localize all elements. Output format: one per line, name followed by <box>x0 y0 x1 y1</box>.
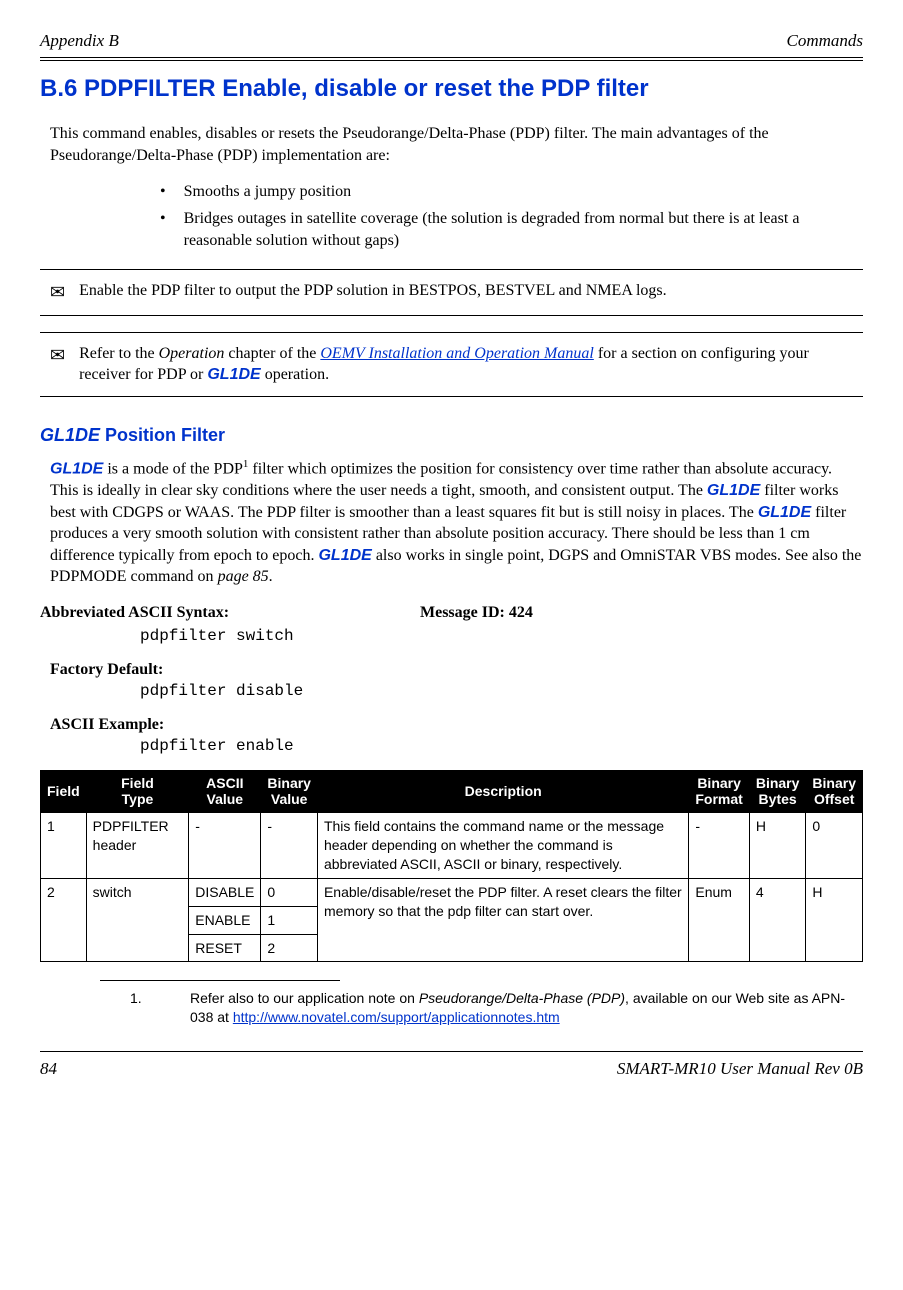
page-header: Appendix B Commands <box>40 30 863 58</box>
text-fragment: . <box>269 568 273 585</box>
th-binary-format: BinaryFormat <box>689 770 749 813</box>
cell-ascii-value: RESET <box>189 934 261 962</box>
footnote-text: Refer also to our application note on Ps… <box>190 989 863 1027</box>
subsection-title: GL1DE Position Filter <box>40 423 863 447</box>
cell-binary-offset: 0 <box>806 813 863 879</box>
link-text: OEMV Installation and Operation Manual <box>320 345 593 362</box>
intro-paragraph: This command enables, disables or resets… <box>50 123 863 166</box>
factory-default-label: Factory Default: <box>50 659 863 681</box>
subsection-body: GL1DE is a mode of the PDP1 filter which… <box>50 457 863 588</box>
glide-term: GL1DE <box>758 504 811 521</box>
text-italic: Operation <box>159 345 225 362</box>
syntax-command: pdpfilter switch <box>140 626 863 648</box>
th-field-type: FieldType <box>86 770 189 813</box>
header-right: Commands <box>786 30 863 53</box>
footnote: 1. Refer also to our application note on… <box>130 989 863 1027</box>
cell-binary-format: - <box>689 813 749 879</box>
cell-binary-bytes: H <box>749 813 806 879</box>
section-title: B.6 PDPFILTER Enable, disable or reset t… <box>40 73 863 105</box>
footer-manual-rev: SMART-MR10 User Manual Rev 0B <box>617 1058 863 1081</box>
cell-binary-value: 0 <box>261 878 318 906</box>
note-icon: ✉ <box>40 343 65 386</box>
list-item-text: Smooths a jumpy position <box>184 181 352 203</box>
header-left: Appendix B <box>40 30 119 53</box>
text-fragment: chapter of the <box>224 345 320 362</box>
glide-term: GL1DE <box>40 425 100 445</box>
cell-field: 1 <box>41 813 87 879</box>
th-ascii-value: ASCIIValue <box>189 770 261 813</box>
cell-ascii-value: DISABLE <box>189 878 261 906</box>
note-icon: ✉ <box>40 280 65 304</box>
syntax-header-row: Abbreviated ASCII Syntax: Message ID: 42… <box>40 602 863 624</box>
cell-binary-bytes: 4 <box>749 878 806 962</box>
glide-term: GL1DE <box>207 366 260 383</box>
note-block-1: ✉ Enable the PDP filter to output the PD… <box>40 269 863 315</box>
syntax-label: Abbreviated ASCII Syntax: <box>40 602 420 624</box>
cell-binary-value: 1 <box>261 906 318 934</box>
cell-binary-value: 2 <box>261 934 318 962</box>
th-field: Field <box>41 770 87 813</box>
text-italic: Pseudorange/Delta-Phase (PDP) <box>419 990 625 1006</box>
page-footer: 84 SMART-MR10 User Manual Rev 0B <box>40 1051 863 1081</box>
table-row: 1 PDPFILTER header - - This field contai… <box>41 813 863 879</box>
glide-term: GL1DE <box>318 547 371 564</box>
text-fragment: is a mode of the PDP <box>103 460 243 477</box>
footnote-separator <box>100 980 340 981</box>
footer-page-number: 84 <box>40 1058 57 1081</box>
cell-description: Enable/disable/reset the PDP filter. A r… <box>317 878 688 962</box>
footnote-number: 1. <box>130 989 150 1027</box>
novatel-support-link[interactable]: http://www.novatel.com/support/applicati… <box>233 1009 560 1025</box>
cell-field-type: switch <box>86 878 189 962</box>
th-binary-bytes: BinaryBytes <box>749 770 806 813</box>
text-fragment: Refer also to our application note on <box>190 990 419 1006</box>
cell-description: This field contains the command name or … <box>317 813 688 879</box>
cell-binary-value: - <box>261 813 318 879</box>
cell-field: 2 <box>41 878 87 962</box>
factory-default-command: pdpfilter disable <box>140 681 863 703</box>
th-binary-value: BinaryValue <box>261 770 318 813</box>
list-item: Smooths a jumpy position <box>160 181 863 203</box>
cell-ascii-value: ENABLE <box>189 906 261 934</box>
list-item: Bridges outages in satellite coverage (t… <box>160 208 863 251</box>
header-rule <box>40 60 863 61</box>
glide-term: GL1DE <box>50 460 103 477</box>
cell-binary-format: Enum <box>689 878 749 962</box>
table-header-row: Field FieldType ASCIIValue BinaryValue D… <box>41 770 863 813</box>
ascii-example-label: ASCII Example: <box>50 714 863 736</box>
note-block-2: ✉ Refer to the Operation chapter of the … <box>40 332 863 397</box>
list-item-text: Bridges outages in satellite coverage (t… <box>184 208 863 251</box>
th-binary-offset: BinaryOffset <box>806 770 863 813</box>
table-row: 2 switch DISABLE 0 Enable/disable/reset … <box>41 878 863 906</box>
th-description: Description <box>317 770 688 813</box>
text-fragment: Refer to the <box>79 345 159 362</box>
note-text: Refer to the Operation chapter of the OE… <box>79 343 863 386</box>
page-ref: page 85 <box>218 568 269 585</box>
note-text: Enable the PDP filter to output the PDP … <box>79 280 863 304</box>
ascii-example-command: pdpfilter enable <box>140 736 863 758</box>
subtitle-rest: Position Filter <box>100 425 225 445</box>
text-fragment: operation. <box>261 366 329 383</box>
parameters-table: Field FieldType ASCIIValue BinaryValue D… <box>40 770 863 963</box>
advantages-list: Smooths a jumpy position Bridges outages… <box>160 181 863 252</box>
message-id: Message ID: 424 <box>420 602 533 624</box>
cell-ascii-value: - <box>189 813 261 879</box>
cell-field-type: PDPFILTER header <box>86 813 189 879</box>
glide-term: GL1DE <box>707 482 760 499</box>
cell-binary-offset: H <box>806 878 863 962</box>
oemv-manual-link[interactable]: OEMV Installation and Operation Manual <box>320 345 593 362</box>
